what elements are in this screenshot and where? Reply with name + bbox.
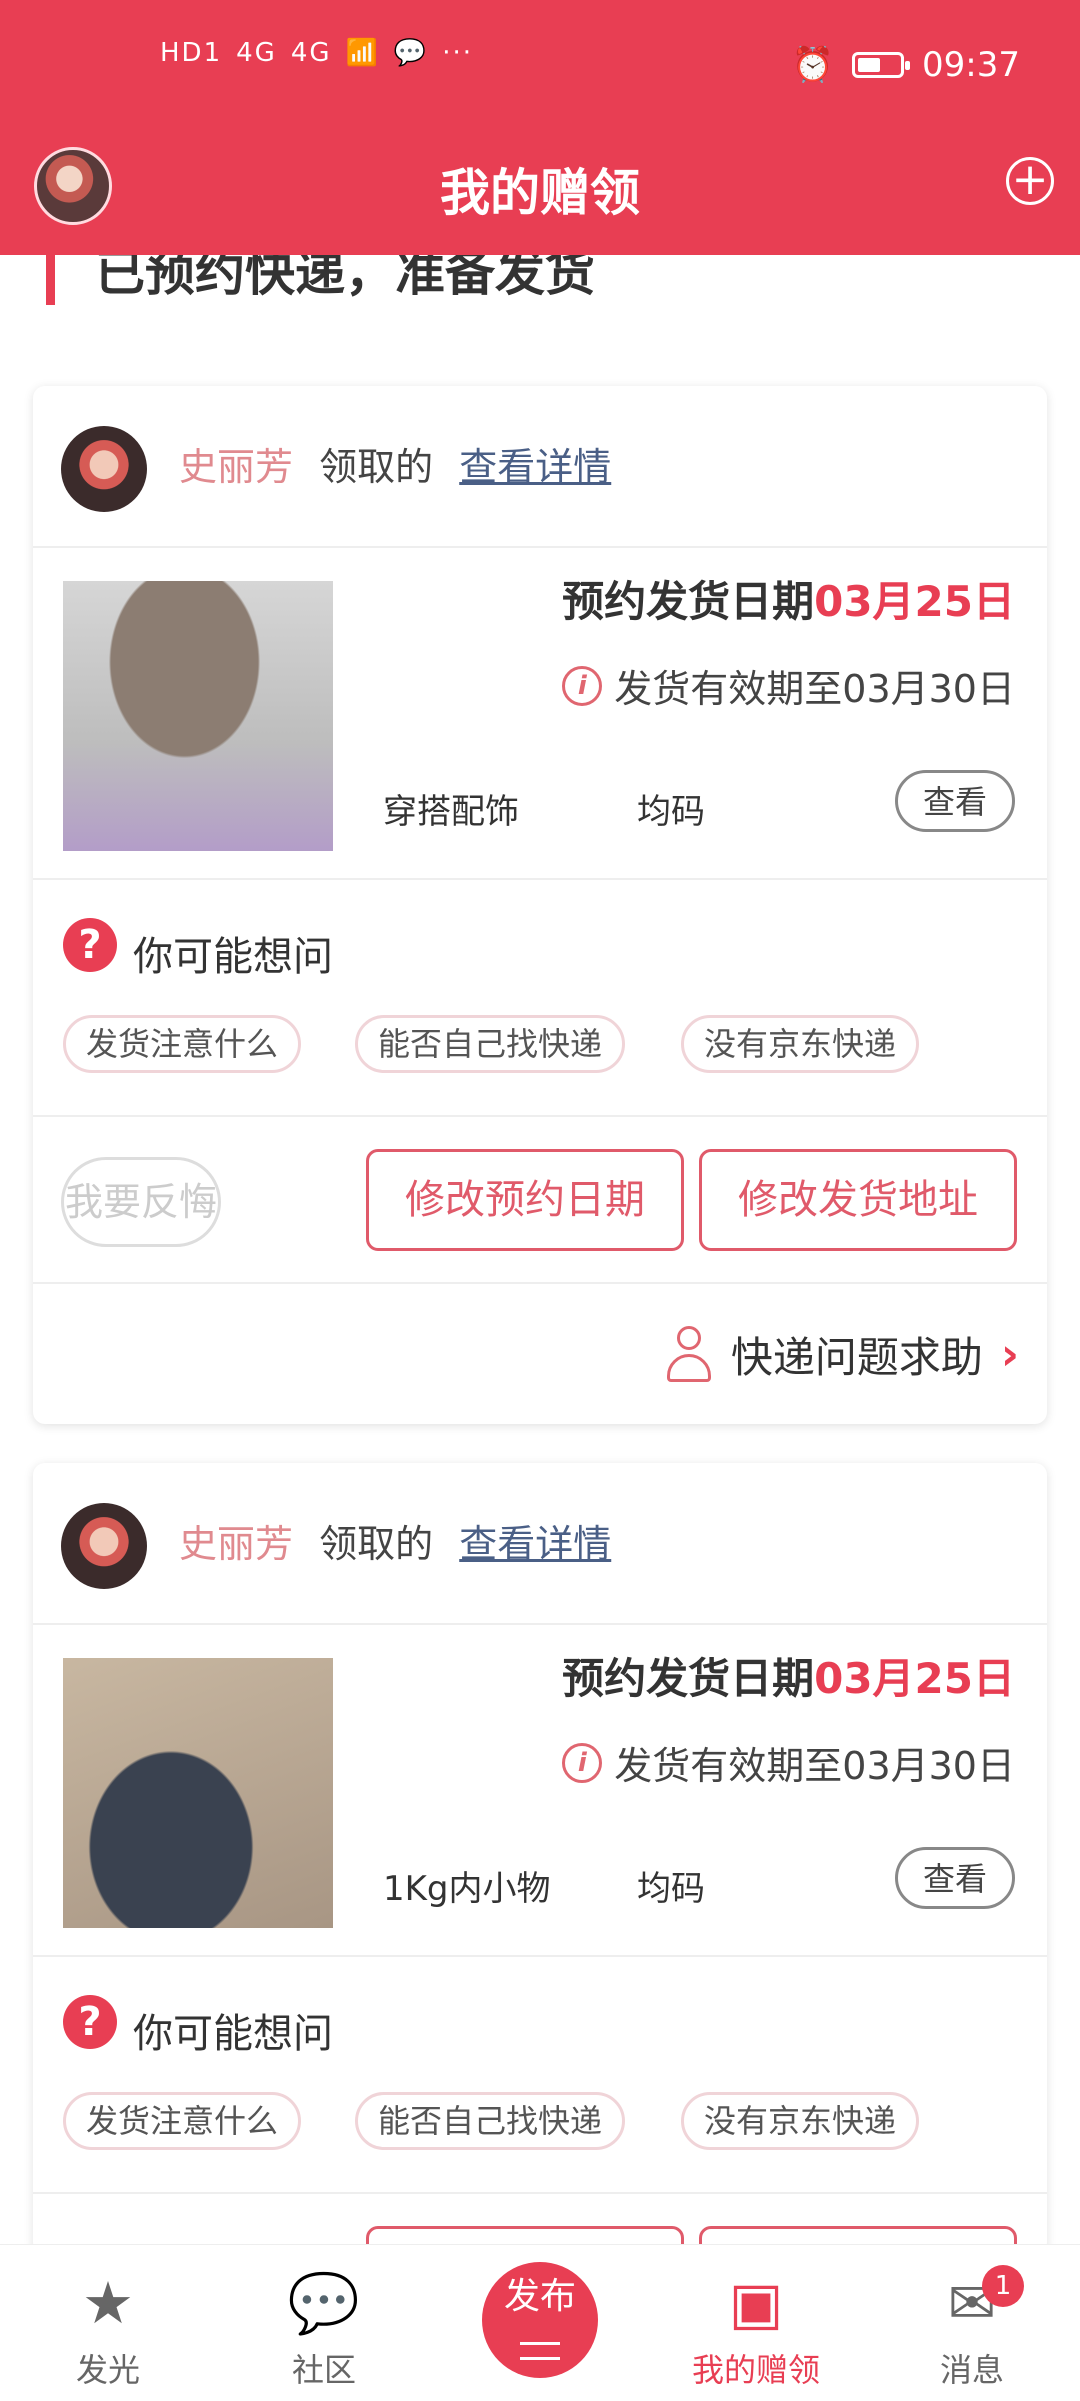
- tab-community[interactable]: 💬 社区: [244, 2245, 404, 2401]
- faq-chip[interactable]: 能否自己找快递: [355, 2092, 626, 2150]
- help-link[interactable]: 快递问题求助 ›: [665, 1324, 1019, 1385]
- more-icon: ···: [442, 38, 474, 68]
- faq-title: 你可能想问: [133, 2011, 333, 2057]
- faq-section: ? 你可能想问 发货注意什么 能否自己找快递 没有京东快递: [33, 880, 1047, 1117]
- question-icon: ?: [63, 1995, 117, 2049]
- faq-chip[interactable]: 没有京东快递: [681, 1015, 920, 1073]
- product-category: 1Kg内小物: [383, 1869, 551, 1909]
- tab-messages[interactable]: ✉ 消息: [892, 2245, 1052, 2401]
- valid-text: 发货有效期至03月30日: [614, 1744, 1015, 1788]
- valid-until: i 发货有效期至03月30日: [562, 1735, 1015, 1790]
- faq-chip[interactable]: 发货注意什么: [63, 1015, 302, 1073]
- info-icon: i: [562, 1742, 603, 1783]
- publish-icon: [520, 2342, 560, 2360]
- view-detail-link[interactable]: 查看详情: [459, 1522, 611, 1566]
- ship-date-label: 预约发货日期: [562, 577, 815, 626]
- info-icon: i: [562, 665, 603, 706]
- tab-my-gifts[interactable]: ▣ 我的赠领: [676, 2245, 836, 2401]
- user-line: 史丽芳 领取的 查看详情: [179, 436, 611, 491]
- clock: 09:37: [922, 45, 1020, 85]
- product-size: 均码: [637, 792, 705, 832]
- gift-book-icon: ▣: [728, 2269, 784, 2337]
- change-address-button[interactable]: 修改发货地址: [699, 1149, 1017, 1251]
- status-icons-left: HD1 4G 4G 📶 💬 ···: [160, 38, 473, 68]
- ship-date: 预约发货日期03月25日: [562, 1645, 1015, 1706]
- wifi-icon: 📶: [345, 38, 380, 68]
- change-date-button[interactable]: 修改预约日期: [366, 1149, 684, 1251]
- page-title: 我的赠领: [440, 164, 640, 222]
- help-label: 快递问题求助: [730, 1333, 983, 1382]
- tab-label: 发光: [75, 2351, 140, 2389]
- user-avatar[interactable]: [61, 1503, 147, 1589]
- ship-date-value: 03月25日: [814, 577, 1015, 626]
- add-icon[interactable]: +: [1006, 157, 1054, 205]
- wechat-icon: 💬: [393, 38, 429, 68]
- message-badge: 1: [982, 2265, 1024, 2307]
- faq-chip[interactable]: 发货注意什么: [63, 2092, 302, 2150]
- product-image[interactable]: [63, 581, 333, 851]
- valid-until: i 发货有效期至03月30日: [562, 658, 1015, 713]
- signal-4g-2: 4G: [290, 38, 332, 68]
- chat-bubble-icon: 💬: [287, 2269, 361, 2337]
- regret-button[interactable]: 我要反悔: [61, 1157, 221, 1247]
- card-header: 史丽芳 领取的 查看详情: [33, 386, 1047, 548]
- view-button[interactable]: 查看: [895, 1847, 1015, 1909]
- signal-4g-1: 4G: [236, 38, 277, 68]
- action-row: 我要反悔 修改预约日期 修改发货地址: [33, 1117, 1047, 1284]
- user-name[interactable]: 史丽芳: [179, 445, 293, 489]
- battery-icon: [852, 52, 911, 78]
- product-category: 穿搭配饰: [383, 792, 519, 832]
- top-navbar: 我的赠领 +: [0, 135, 1080, 255]
- tab-label: 消息: [939, 2351, 1004, 2389]
- user-avatar[interactable]: [61, 426, 147, 512]
- user-verb: 领取的: [319, 445, 434, 489]
- card-header: 史丽芳 领取的 查看详情: [33, 1463, 1047, 1625]
- status-icons-right: ⏰ 09:37: [792, 45, 1020, 85]
- section-heading: 已预约快递，准备发货: [46, 255, 595, 305]
- view-detail-link[interactable]: 查看详情: [459, 445, 611, 489]
- user-name[interactable]: 史丽芳: [179, 1522, 293, 1566]
- help-row[interactable]: 快递问题求助 ›: [33, 1284, 1047, 1424]
- gift-card: 史丽芳 领取的 查看详情 预约发货日期03月25日 i 发货有效期至03月30日…: [33, 386, 1047, 1424]
- faq-chip[interactable]: 没有京东快递: [681, 2092, 920, 2150]
- product-row: 预约发货日期03月25日 i 发货有效期至03月30日 穿搭配饰 均码 查看: [33, 548, 1047, 880]
- faq-chip[interactable]: 能否自己找快递: [355, 1015, 626, 1073]
- product-image[interactable]: [63, 1658, 333, 1928]
- tab-label: 社区: [291, 2351, 356, 2389]
- user-line: 史丽芳 领取的 查看详情: [179, 1513, 611, 1568]
- faq-title: 你可能想问: [133, 934, 333, 980]
- ship-date-value: 03月25日: [814, 1654, 1015, 1703]
- question-icon: ?: [63, 918, 117, 972]
- gift-card: 史丽芳 领取的 查看详情 预约发货日期03月25日 i 发货有效期至03月30日…: [33, 1463, 1047, 2266]
- person-icon: [665, 1325, 713, 1384]
- product-size: 均码: [637, 1869, 705, 1909]
- faq-section: ? 你可能想问 发货注意什么 能否自己找快递 没有京东快递: [33, 1957, 1047, 2194]
- tab-label: 我的赠领: [691, 2351, 820, 2389]
- star-icon: ★: [82, 2269, 134, 2337]
- tab-glow[interactable]: ★ 发光: [28, 2245, 188, 2401]
- ship-date-label: 预约发货日期: [562, 1654, 815, 1703]
- user-verb: 领取的: [319, 1522, 434, 1566]
- alarm-icon: ⏰: [791, 45, 835, 85]
- publish-button[interactable]: 发布: [482, 2262, 598, 2378]
- chevron-right-icon: ›: [1000, 1329, 1019, 1380]
- valid-text: 发货有效期至03月30日: [614, 667, 1015, 711]
- status-bar: HD1 4G 4G 📶 💬 ··· ⏰ 09:37: [0, 0, 1080, 135]
- view-button[interactable]: 查看: [895, 770, 1015, 832]
- publish-label: 发布: [503, 2276, 576, 2317]
- ship-date: 预约发货日期03月25日: [562, 568, 1015, 629]
- product-row: 预约发货日期03月25日 i 发货有效期至03月30日 1Kg内小物 均码 查看: [33, 1625, 1047, 1957]
- hd-indicator: HD1: [160, 38, 223, 68]
